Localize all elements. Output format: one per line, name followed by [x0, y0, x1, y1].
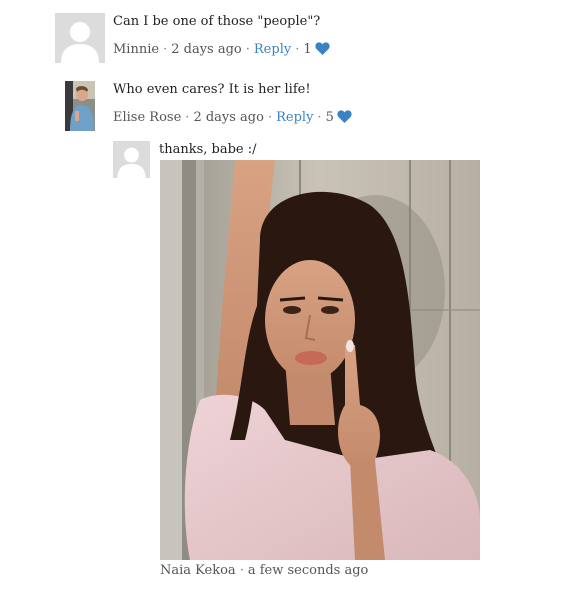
comment-time[interactable]: 2 days ago	[171, 42, 242, 57]
user-silhouette-icon	[113, 141, 150, 178]
separator: ·	[245, 42, 250, 57]
comment-thread: Can I be one of those "people"? Minnie · 2…	[0, 0, 569, 600]
comment-body: Who even cares? It is her life! Elise Ro…	[113, 81, 352, 128]
separator: ·	[267, 110, 273, 125]
portrait-photo	[160, 160, 480, 560]
comment-meta: Elise Rose · 2 days ago · Reply · 5	[113, 109, 352, 128]
reply-button[interactable]: Reply	[276, 110, 313, 125]
user-photo-avatar	[65, 81, 95, 131]
separator: ·	[317, 110, 322, 125]
comment-author[interactable]: Minnie	[113, 42, 159, 57]
comment-text: Who even cares? It is her life!	[113, 82, 311, 97]
comment-text: Can I be one of those "people"?	[113, 14, 321, 29]
comment-time[interactable]: a few seconds ago	[248, 563, 369, 578]
separator: ·	[163, 42, 168, 57]
comment-author[interactable]: Naia Kekoa	[160, 563, 236, 578]
reply-button[interactable]: Reply	[254, 42, 291, 57]
separator: ·	[295, 42, 300, 57]
comment-meta: Minnie · 2 days ago · Reply · 1	[113, 41, 330, 60]
avatar[interactable]	[65, 81, 95, 131]
comment-meta: Naia Kekoa · a few seconds ago	[160, 562, 368, 579]
comment-body: Can I be one of those "people"? Minnie · 2…	[113, 13, 330, 60]
separator: ·	[185, 110, 190, 125]
comment-body: thanks, babe :/	[159, 141, 257, 158]
user-silhouette-icon	[55, 13, 105, 63]
heart-icon[interactable]	[337, 110, 352, 128]
comment-time[interactable]: 2 days ago	[193, 110, 264, 125]
comment-text: thanks, babe :/	[159, 142, 257, 157]
comment-author[interactable]: Elise Rose	[113, 110, 181, 125]
like-count: 1	[303, 42, 312, 57]
heart-icon[interactable]	[315, 42, 330, 60]
avatar[interactable]	[113, 141, 150, 178]
separator: ·	[239, 563, 244, 578]
attached-photo[interactable]	[160, 160, 480, 560]
like-count: 5	[325, 110, 334, 125]
avatar[interactable]	[55, 13, 105, 63]
